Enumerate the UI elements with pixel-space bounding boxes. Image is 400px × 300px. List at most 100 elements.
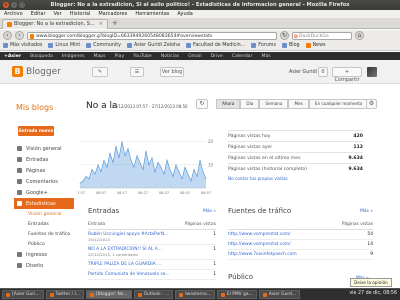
gbar-item[interactable]: Drive [211, 54, 223, 59]
data-point [85, 176, 87, 177]
range-day-button[interactable]: Día [240, 99, 260, 109]
bookmark-item[interactable]: Facultad de Medicin... [186, 43, 245, 48]
app-icon [262, 292, 267, 297]
nav-stats[interactable]: Estadísticas [14, 198, 74, 209]
stat-row: Páginas vistas en el último mes 9.634 [228, 152, 363, 163]
posts-panel-title: Entradas [88, 207, 120, 215]
gbar-item[interactable]: Calendar [232, 54, 253, 59]
back-button[interactable]: ‹ [3, 31, 12, 40]
menu-archivo[interactable]: Archivo [4, 11, 23, 17]
menu-ayuda[interactable]: Ayuda [177, 11, 192, 17]
bookmark-item[interactable]: Asier Guridi Zeloha [127, 43, 180, 48]
nav-layout[interactable]: Diseño [14, 260, 74, 271]
taskbar-label: Outlook - ... [143, 292, 170, 297]
table-row: http://www.vomprestat.com/54 [228, 230, 373, 240]
taskbar-item[interactable]: Outlook - ... [133, 290, 174, 299]
post-link[interactable]: Partido Comunista de Venezuela se... [88, 272, 170, 277]
posts-more-link[interactable]: Más » [203, 209, 216, 214]
avatar[interactable] [367, 67, 377, 77]
menu-editar[interactable]: Editar [31, 11, 46, 17]
gbar-item[interactable]: Imágenes [62, 54, 85, 59]
bookmark-item[interactable]: Más visitados [3, 43, 42, 48]
range-month-button[interactable]: Mes [288, 99, 309, 109]
range-now-button[interactable]: Ahora [216, 99, 241, 109]
taskbar-item[interactable]: Iwasterno... [175, 290, 215, 299]
url-bar[interactable]: www.blogger.com/blogger.g?blogID=6633949… [27, 31, 277, 40]
taskbar-item[interactable]: El PMV ga... [216, 290, 257, 299]
new-tab-button[interactable]: + [111, 19, 119, 27]
search-input[interactable]: D DuckDuckGo [292, 31, 352, 40]
forward-button[interactable]: › [15, 31, 24, 40]
source-link[interactable]: http://www.7oixinfotpaech.com [228, 252, 297, 257]
bookmark-item[interactable]: Forums [251, 43, 276, 48]
new-post-button[interactable]: Entrada nueva [18, 126, 54, 136]
nav-overview[interactable]: Visión general [14, 143, 74, 154]
menu-marcadores[interactable]: Marcadores [98, 11, 127, 17]
bookmark-item[interactable]: Linux Mint [48, 43, 80, 48]
close-tab-icon[interactable]: × [99, 21, 103, 27]
bookmark-item[interactable]: Blog [281, 43, 300, 48]
my-blogs-link[interactable]: Mis blogs [16, 103, 53, 112]
share-button[interactable]: + Compartir [332, 67, 362, 83]
gbar-item[interactable]: +Asier [4, 54, 21, 59]
data-point [124, 155, 126, 156]
bookmark-label: News [312, 43, 326, 48]
gbar-item[interactable]: YouTube [133, 54, 152, 59]
post-link[interactable]: TRIPLE PALIZA DE LA GUARDIA ... [88, 262, 161, 267]
new-post-pencil-button[interactable]: ✎ [92, 67, 108, 77]
nav-comments[interactable]: Comentarios [14, 176, 74, 187]
gbar-item[interactable]: Gmail [188, 54, 201, 59]
range-alltime-button[interactable]: En cualquier momento [308, 99, 369, 109]
gbar-item[interactable]: Play [115, 54, 125, 59]
bookmark-item[interactable]: Community [86, 43, 121, 48]
pageviews-chart: 10 20 07:57 08:07 08:17 08:27 08:37 08:47 08:57 [75, 124, 218, 200]
subnav-posts[interactable]: Entradas [14, 219, 74, 229]
gbar-item[interactable]: Más [262, 54, 271, 59]
gbar-item[interactable]: Maps [93, 54, 105, 59]
bookmark-item[interactable]: News [305, 43, 326, 48]
gear-icon[interactable]: ⚙ [366, 99, 377, 109]
data-point [127, 148, 129, 149]
nav-google-plus[interactable]: Google+ [14, 187, 74, 198]
source-link[interactable]: http://www.vomprestat.com/ [228, 242, 291, 247]
taskbar-item[interactable]: [Blogger: No... [86, 290, 132, 299]
subnav-overview[interactable]: Visión general [14, 209, 74, 219]
taskbar-item[interactable]: Asier Gurd... [258, 290, 301, 299]
menu-herramientas[interactable]: Herramientas [135, 11, 169, 17]
taskbar-item[interactable]: [Asier Guri... [2, 290, 44, 299]
reload-button[interactable]: ↻ [280, 31, 289, 40]
menu-ver[interactable]: Ver [54, 11, 62, 17]
view-blog-button[interactable]: Ver blog [160, 67, 184, 77]
nav-pages[interactable]: Páginas [14, 165, 74, 176]
user-name[interactable]: Asier Guridi [289, 70, 317, 75]
tab-blogger[interactable]: Blogger: No a la extradicion, S... × [2, 18, 108, 29]
posts-list-button[interactable]: ☰ [130, 67, 144, 77]
no-count-link[interactable]: No contar tus propias visitas [228, 176, 363, 181]
nav-earnings[interactable]: Ingresos [14, 249, 74, 260]
notifications-button[interactable]: 0 [318, 67, 328, 77]
stat-label: Páginas vistas hoy [228, 133, 271, 139]
taskbar-item[interactable]: Twitter / I... [45, 290, 84, 299]
data-point [181, 178, 183, 180]
close-window-button[interactable]: × [3, 2, 9, 8]
layout-icon [17, 263, 22, 268]
gbar-item[interactable]: Búsqueda [30, 54, 53, 59]
home-button[interactable]: ⌂ [355, 31, 364, 40]
minimize-window-button[interactable]: – [11, 2, 17, 8]
range-week-button[interactable]: Semana [259, 99, 289, 109]
bookmark-icon [127, 43, 133, 48]
maximize-window-button[interactable]: □ [19, 2, 25, 8]
data-point [205, 178, 207, 180]
menu-historial[interactable]: Historial [70, 11, 91, 17]
gbar-item[interactable]: Noticias [161, 54, 179, 59]
source-link[interactable]: http://www.vomprestat.com/ [228, 232, 291, 237]
refresh-button[interactable]: ↻ [196, 99, 208, 109]
data-point [157, 162, 159, 163]
subnav-audience[interactable]: Público [14, 239, 74, 249]
blogger-logo[interactable]: B Blogger [12, 66, 61, 77]
traffic-more-link[interactable]: Más » [360, 209, 373, 214]
subnav-traffic-sources[interactable]: Fuentes de tráfico [14, 229, 74, 239]
bookmark-icon [3, 43, 8, 48]
nav-posts[interactable]: Entradas [14, 154, 74, 165]
tooltip: Deixe la opinión [350, 278, 392, 287]
